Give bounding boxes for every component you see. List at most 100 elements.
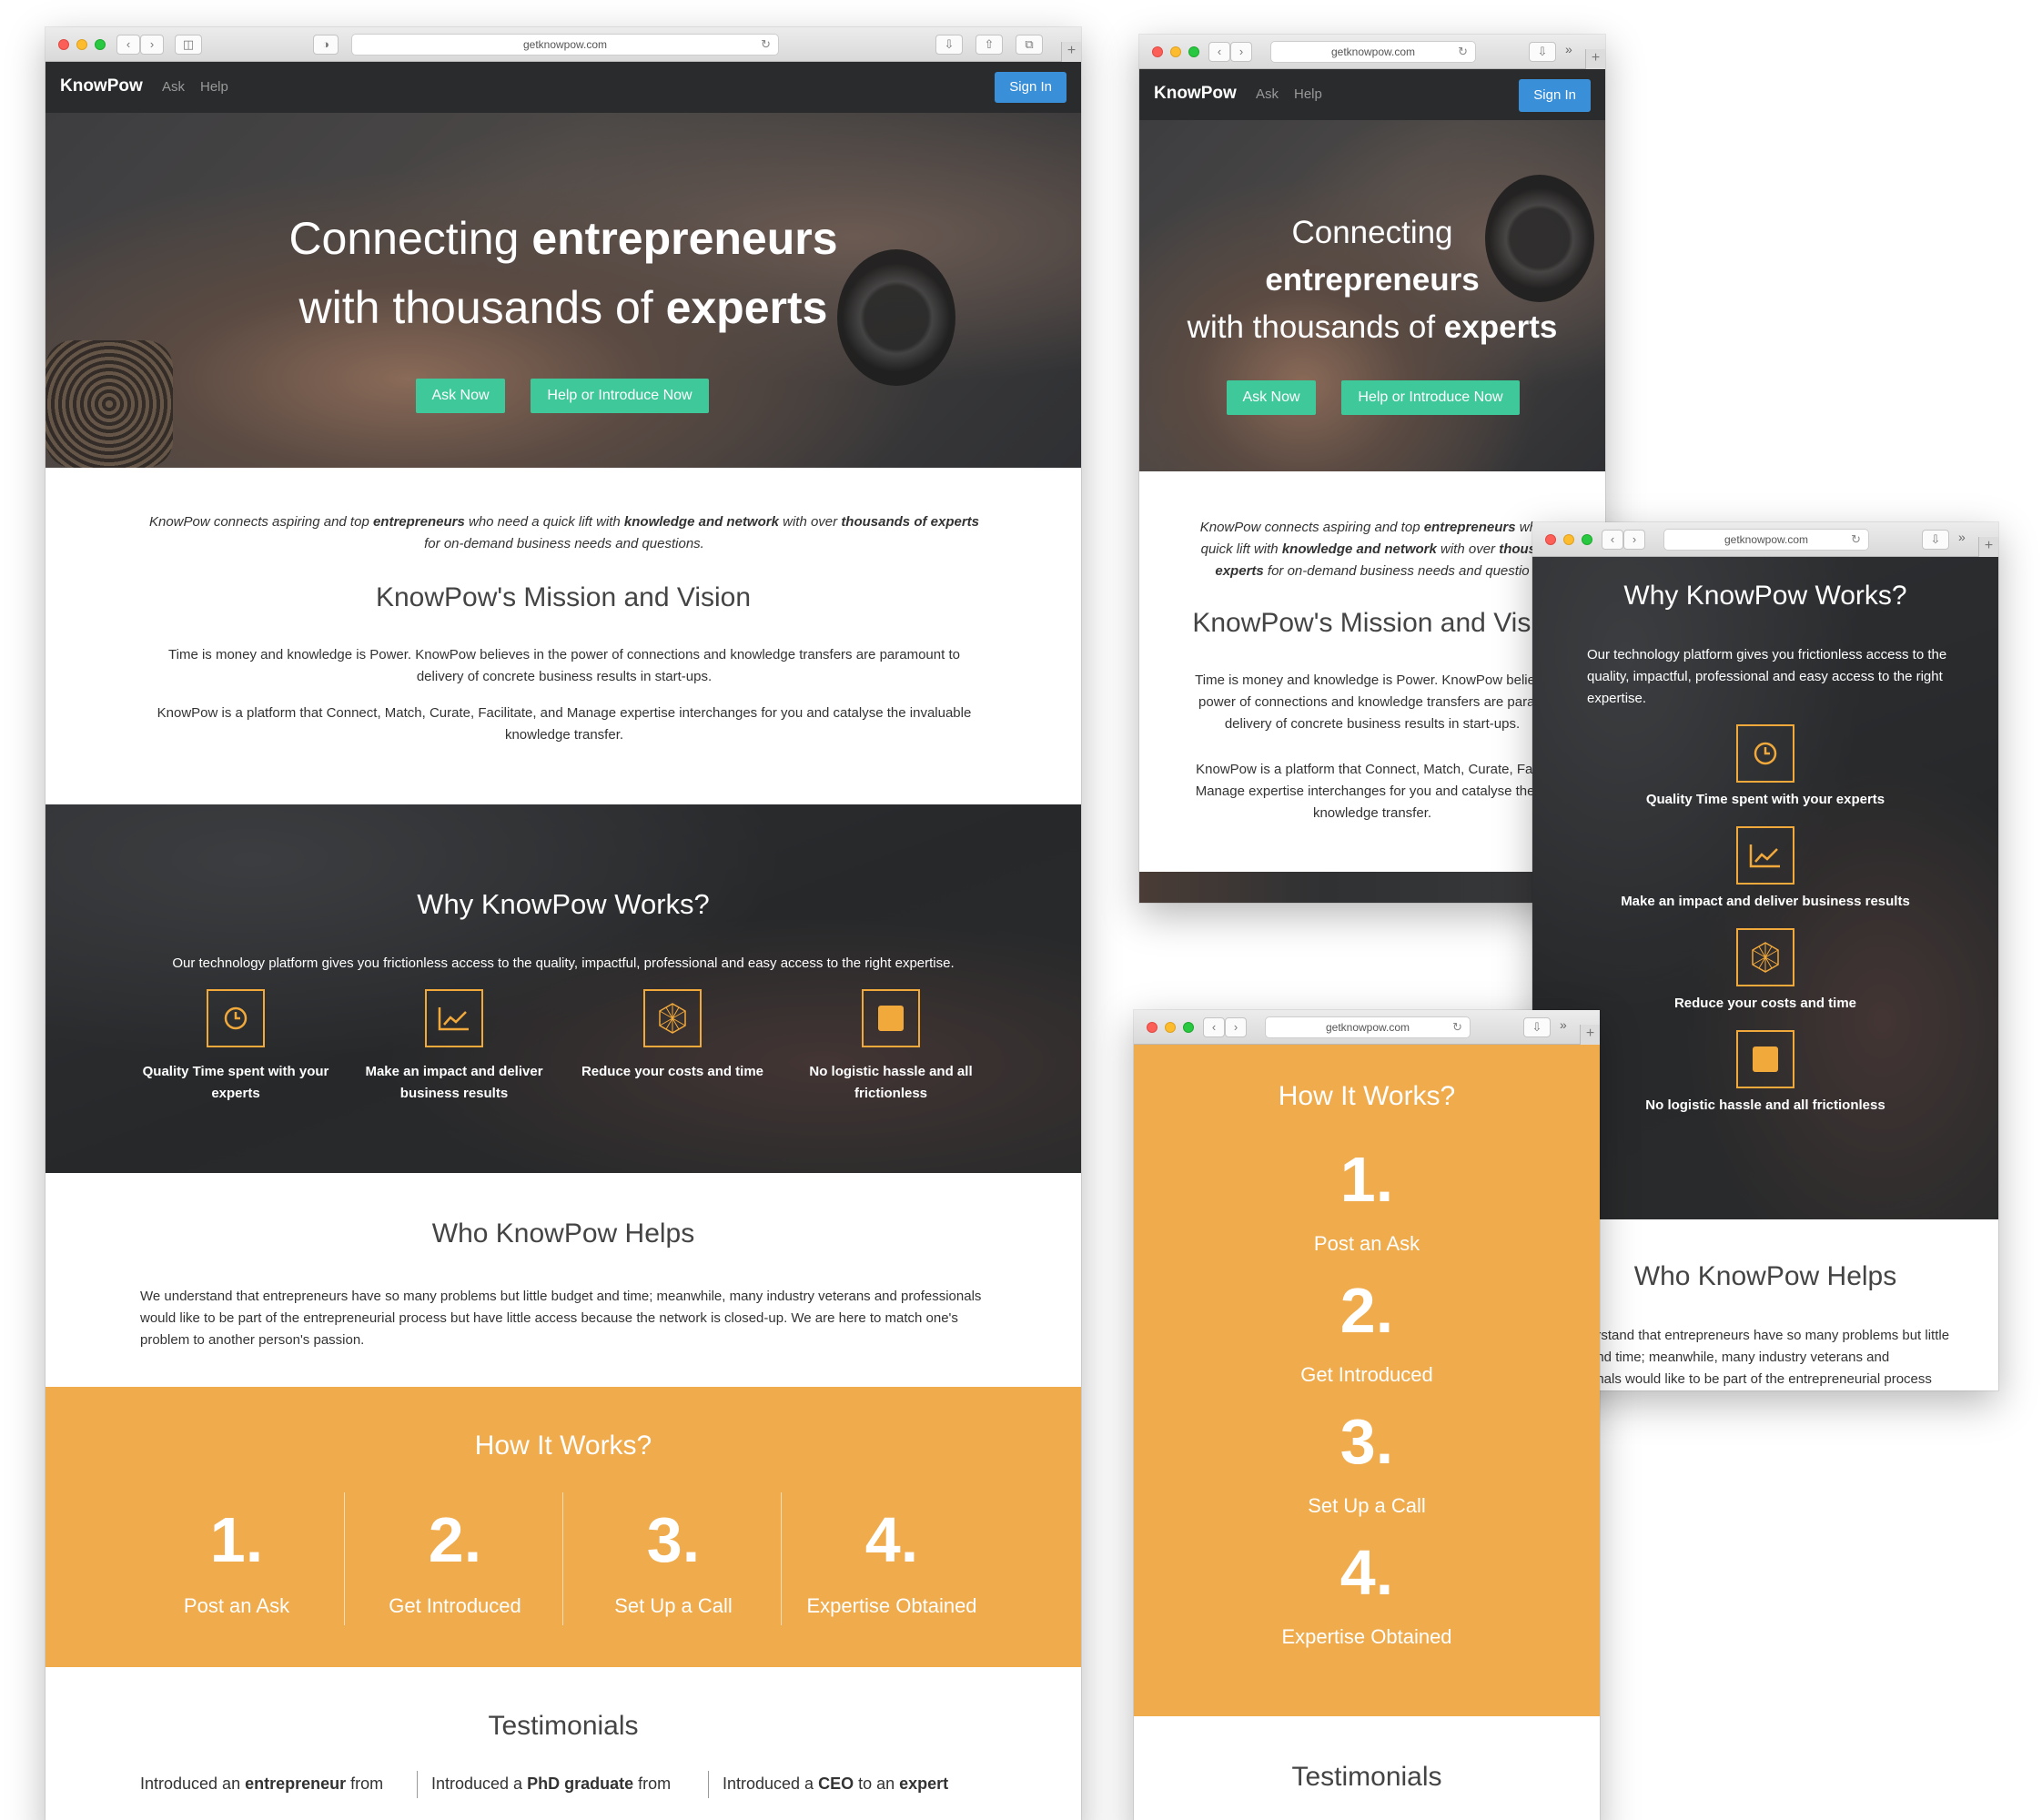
helps-section: Who KnowPow Helps erstand that entrepren… bbox=[1532, 1219, 1998, 1390]
testimonial-bold: entrepreneur bbox=[245, 1774, 347, 1793]
intro-bold-1: entrepreneurs bbox=[1423, 520, 1516, 535]
new-tab-button[interactable]: + bbox=[1978, 537, 1998, 557]
back-button[interactable]: ‹ bbox=[1203, 1017, 1225, 1037]
intro-bold-2: knowledge and network bbox=[623, 514, 779, 530]
hero-bracelet-image bbox=[45, 340, 173, 468]
step-divider bbox=[344, 1492, 345, 1625]
back-button[interactable]: ‹ bbox=[116, 35, 140, 55]
downloads-icon[interactable]: ⇩ bbox=[1922, 530, 1949, 550]
downloads-icon[interactable]: ⇩ bbox=[1529, 42, 1556, 62]
zoom-window-button[interactable] bbox=[1188, 46, 1199, 57]
testimonial-item: Introduced a PhD graduate from bbox=[431, 1774, 671, 1794]
more-icon[interactable]: » bbox=[1560, 1017, 1567, 1032]
step-3-label: Set Up a Call bbox=[614, 1594, 733, 1617]
tabs-overview-icon[interactable]: ⧉ bbox=[1016, 35, 1043, 55]
address-bar[interactable]: getknowpow.com ↻ bbox=[1270, 41, 1476, 63]
chart-up-icon bbox=[1736, 826, 1794, 885]
new-tab-button[interactable]: + bbox=[1580, 1025, 1600, 1045]
address-bar[interactable]: getknowpow.com ↻ bbox=[1663, 529, 1869, 551]
forward-button[interactable]: › bbox=[140, 35, 164, 55]
mission-paragraph-1: Time is money and knowledge is Power. Kn… bbox=[168, 647, 960, 684]
back-button[interactable]: ‹ bbox=[1208, 42, 1230, 62]
hero-line1-emphasis: entrepreneurs bbox=[531, 213, 838, 264]
downloads-icon[interactable]: ⇩ bbox=[935, 35, 963, 55]
close-window-button[interactable] bbox=[1545, 534, 1556, 545]
mobile-how-browser-window: ‹ › getknowpow.com ↻ ⇩ » + How It Works?… bbox=[1134, 1010, 1600, 1820]
chart-up-icon bbox=[425, 989, 483, 1047]
new-tab-button[interactable]: + bbox=[1061, 42, 1081, 62]
zoom-window-button[interactable] bbox=[1582, 534, 1592, 545]
help-introduce-button[interactable]: Help or Introduce Now bbox=[1341, 380, 1520, 415]
step-3-label: Set Up a Call bbox=[1308, 1494, 1426, 1517]
nav-help-link[interactable]: Help bbox=[1294, 86, 1322, 102]
testimonial-divider bbox=[708, 1771, 709, 1798]
ask-now-button[interactable]: Ask Now bbox=[1227, 380, 1316, 415]
hero-headline: Connecting entrepreneurs with thousands … bbox=[45, 113, 1081, 342]
back-button[interactable]: ‹ bbox=[1602, 530, 1623, 550]
minimize-window-button[interactable] bbox=[1165, 1022, 1176, 1033]
intro-text-4: with over bbox=[1436, 541, 1500, 557]
reload-icon[interactable]: ↻ bbox=[761, 35, 771, 55]
close-window-button[interactable] bbox=[1147, 1022, 1157, 1033]
browser-toolbar: ‹ › getknowpow.com ↻ ⇩ » + bbox=[1532, 522, 1998, 557]
nav-ask-link[interactable]: Ask bbox=[1256, 86, 1279, 102]
reload-icon[interactable]: ↻ bbox=[1458, 42, 1468, 62]
forward-button[interactable]: › bbox=[1230, 42, 1252, 62]
intro-bold-2: knowledge and network bbox=[1281, 541, 1437, 557]
reload-icon[interactable]: ↻ bbox=[1851, 530, 1861, 550]
hero-line1-emphasis: entrepreneurs bbox=[1265, 262, 1480, 298]
feature-quality-time: Quality Time spent with your experts bbox=[142, 1064, 329, 1101]
brand-logo[interactable]: KnowPow bbox=[60, 76, 143, 96]
hero-line2-emphasis: experts bbox=[665, 282, 828, 333]
more-icon[interactable]: » bbox=[1958, 530, 1966, 544]
forward-button[interactable]: › bbox=[1225, 1017, 1247, 1037]
step-4-number: 4. bbox=[1339, 1537, 1394, 1608]
brand-logo[interactable]: KnowPow bbox=[1154, 84, 1237, 104]
privacy-icon[interactable]: ◑ bbox=[313, 35, 339, 55]
step-divider bbox=[562, 1492, 563, 1625]
sign-in-button[interactable]: Sign In bbox=[995, 72, 1066, 103]
hero-headline: Connecting entrepreneurs with thousands … bbox=[1139, 120, 1605, 351]
step-4-number: 4. bbox=[864, 1504, 919, 1575]
step-1-label: Post an Ask bbox=[1313, 1232, 1420, 1255]
feature-impact: Make an impact and deliver business resu… bbox=[1621, 894, 1910, 909]
share-icon[interactable]: ⇧ bbox=[976, 35, 1003, 55]
minimize-window-button[interactable] bbox=[76, 39, 87, 50]
downloads-icon[interactable]: ⇩ bbox=[1523, 1017, 1551, 1037]
nav-ask-link[interactable]: Ask bbox=[162, 79, 185, 95]
sign-in-button[interactable]: Sign In bbox=[1519, 79, 1591, 112]
browser-toolbar: ‹ › getknowpow.com ↻ ⇩ » + bbox=[1139, 35, 1605, 69]
help-introduce-button[interactable]: Help or Introduce Now bbox=[531, 379, 709, 413]
testimonial-bold: expert bbox=[899, 1774, 949, 1793]
close-window-button[interactable] bbox=[58, 39, 69, 50]
more-icon[interactable]: » bbox=[1565, 42, 1572, 56]
how-it-works-section: How It Works? 1. Post an Ask 2. Get Intr… bbox=[45, 1387, 1081, 1667]
minimize-window-button[interactable] bbox=[1563, 534, 1574, 545]
polygon-icon bbox=[1736, 928, 1794, 986]
step-4-label: Expertise Obtained bbox=[1281, 1625, 1452, 1648]
reload-icon[interactable]: ↻ bbox=[1452, 1017, 1462, 1037]
square-icon-fill bbox=[878, 1006, 904, 1031]
intro-lead: KnowPow connects aspiring and top entrep… bbox=[146, 511, 983, 555]
close-window-button[interactable] bbox=[1152, 46, 1163, 57]
ask-now-button[interactable]: Ask Now bbox=[416, 379, 505, 413]
testimonial-divider bbox=[417, 1771, 418, 1798]
address-bar-url: getknowpow.com bbox=[1325, 1021, 1410, 1034]
sidebar-toggle-icon[interactable]: ◫ bbox=[175, 35, 202, 55]
new-tab-button[interactable]: + bbox=[1585, 49, 1605, 69]
zoom-window-button[interactable] bbox=[95, 39, 106, 50]
polygon-icon bbox=[643, 989, 702, 1047]
address-bar[interactable]: getknowpow.com ↻ bbox=[351, 34, 779, 56]
how-title: How It Works? bbox=[474, 1431, 652, 1461]
browser-toolbar: ‹ › ◫ ◑ getknowpow.com ↻ ⇩ ⇧ ⧉ + bbox=[45, 27, 1081, 62]
testimonial-text: to an bbox=[854, 1774, 900, 1793]
step-2-number: 2. bbox=[428, 1504, 482, 1575]
address-bar-url: getknowpow.com bbox=[1330, 46, 1416, 58]
address-bar[interactable]: getknowpow.com ↻ bbox=[1265, 1016, 1471, 1038]
mission-text: delivery of concrete business results in… bbox=[1224, 716, 1521, 732]
minimize-window-button[interactable] bbox=[1170, 46, 1181, 57]
nav-help-link[interactable]: Help bbox=[200, 79, 228, 95]
site-navbar: KnowPow Ask Help Sign In bbox=[1139, 69, 1605, 120]
zoom-window-button[interactable] bbox=[1183, 1022, 1194, 1033]
forward-button[interactable]: › bbox=[1623, 530, 1645, 550]
